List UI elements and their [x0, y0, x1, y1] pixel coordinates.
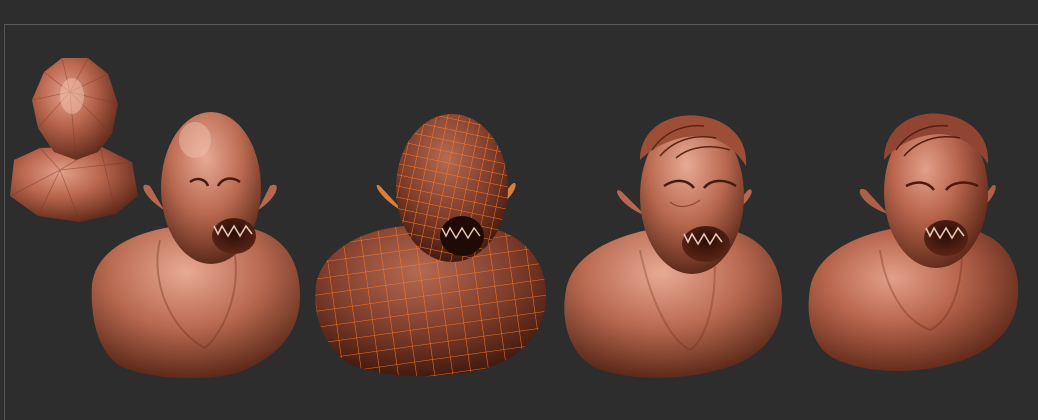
sculpt-progression-scene[interactable]: [0, 0, 1038, 420]
3d-viewport[interactable]: [0, 0, 1038, 420]
base-mesh-model[interactable]: [9, 57, 138, 223]
first-sculpt-model[interactable]: [91, 112, 300, 379]
detailed-sculpt-model[interactable]: [564, 115, 782, 378]
final-sculpt-model[interactable]: [808, 113, 1019, 371]
topology-wireframe-model[interactable]: [315, 114, 547, 377]
